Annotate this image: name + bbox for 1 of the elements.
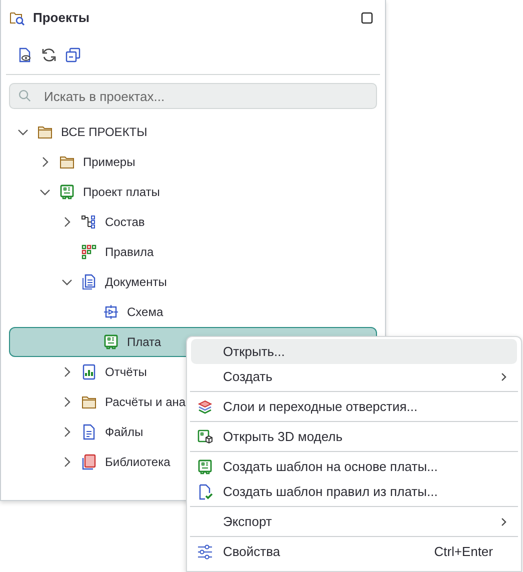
panel-title: Проекты xyxy=(33,9,90,28)
